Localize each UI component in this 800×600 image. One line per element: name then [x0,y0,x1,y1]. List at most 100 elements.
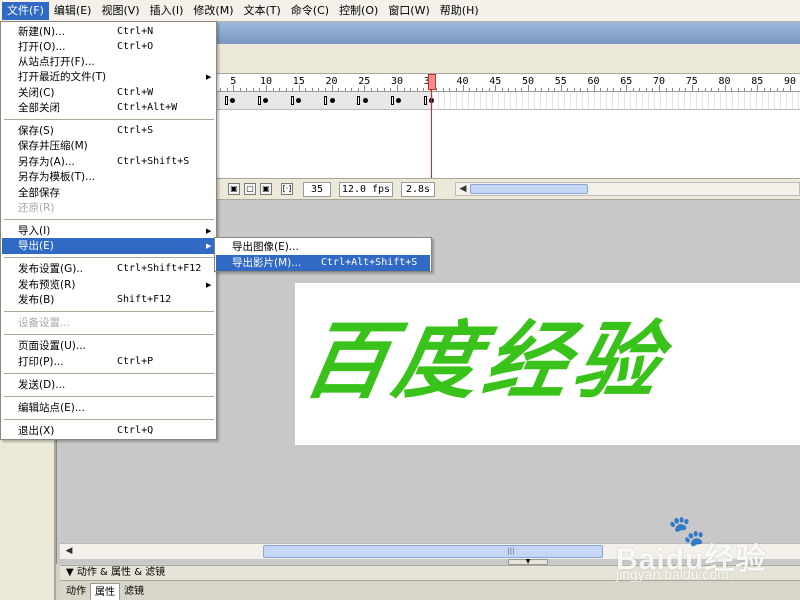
menu-item-save-all[interactable]: 全部保存 [2,185,215,201]
menu-insert[interactable]: 插入(I) [145,2,189,20]
scroll-left-arrow-icon[interactable]: ◀ [62,545,76,558]
menu-file[interactable]: 文件(F) [2,1,49,20]
keyframe-end-marker[interactable] [258,96,261,105]
ruler-minor-tick [233,85,235,91]
playhead[interactable] [428,74,436,90]
keyframe-end-marker[interactable] [225,96,228,105]
timeline-scrollbar[interactable]: ◀ [455,182,800,196]
menu-item-import[interactable]: 导入(I) ▶ [2,223,215,239]
keyframe[interactable] [330,98,335,103]
keyframe[interactable] [296,98,301,103]
ruler-minor-tick [311,88,313,91]
tab-actions[interactable]: 动作 [62,583,90,600]
center-frame-icon[interactable]: ▣ [228,183,240,195]
menu-item-close-all[interactable]: 全部关闭 Ctrl+Alt+W [2,100,215,116]
menu-separator [4,219,214,220]
menu-item-save[interactable]: 保存(S) Ctrl+S [2,123,215,139]
menu-item-shortcut: Ctrl+W [117,87,154,98]
ruler-minor-tick [744,88,746,91]
elapsed-time-field: 2.8s [401,182,435,197]
ruler-minor-tick [554,88,556,91]
ruler-minor-tick [252,88,254,91]
edit-multiple-frames-icon[interactable]: [·] [281,183,293,195]
keyframe-end-marker[interactable] [424,96,427,105]
timeline: 51015202530354045505560657075808590 [207,74,800,178]
submenu-arrow-icon: ▶ [206,227,212,235]
ruler-minor-tick [455,88,457,91]
menu-item-send[interactable]: 发送(D)... [2,377,215,393]
menu-commands[interactable]: 命令(C) [286,2,334,20]
scroll-left-arrow-icon[interactable]: ◀ [456,183,470,195]
menu-item-publish[interactable]: 发布(B) Shift+F12 [2,292,215,308]
menu-window[interactable]: 窗口(W) [383,2,434,20]
menu-item-page-setup[interactable]: 页面设置(U)... [2,338,215,354]
tab-filters[interactable]: 滤镜 [120,583,148,600]
keyframe-end-marker[interactable] [291,96,294,105]
menu-item-publish-settings[interactable]: 发布设置(G).. Ctrl+Shift+F12 [2,261,215,277]
menu-help[interactable]: 帮助(H) [435,2,484,20]
layer-frames-row[interactable] [217,92,800,110]
menu-modify[interactable]: 修改(M) [188,2,238,20]
menu-item-shortcut: Ctrl+Alt+W [117,102,178,113]
keyframe-end-marker[interactable] [324,96,327,105]
keyframe-end-marker[interactable] [357,96,360,105]
menu-item-exit[interactable]: 退出(X) Ctrl+Q [2,423,215,439]
menu-control[interactable]: 控制(O) [334,2,383,20]
scrollbar-grip-icon: ||| [507,547,515,555]
keyframe[interactable] [263,98,268,103]
menu-item-shortcut: Ctrl+Shift+S [117,156,190,167]
ruler-minor-tick [469,88,471,91]
ruler-minor-tick [377,88,379,91]
keyframe[interactable] [363,98,368,103]
ruler-minor-tick [580,88,582,91]
menu-item-export[interactable]: 导出(E) ▶ [2,238,215,254]
ruler-minor-tick [357,88,359,91]
menu-item-label: 编辑站点(E)... [18,402,85,414]
menu-item-label: 发送(D)... [18,379,66,391]
keyframe-end-marker[interactable] [391,96,394,105]
keyframe[interactable] [230,98,235,103]
ruler-minor-tick [593,85,595,91]
menu-item-print[interactable]: 打印(P)... Ctrl+P [2,354,215,370]
menu-item-shortcut: Ctrl+S [117,125,154,136]
menu-item-open-recent[interactable]: 打开最近的文件(T) ▶ [2,69,215,85]
menu-item-label: 全部关闭 [18,102,60,114]
keyframe[interactable] [396,98,401,103]
menu-item-save-as-template[interactable]: 另存为模板(T)... [2,169,215,185]
ruler-minor-tick [298,85,300,91]
menu-item-edit-sites[interactable]: 编辑站点(E)... [2,400,215,416]
frame-ruler[interactable]: 51015202530354045505560657075808590 [207,74,800,92]
menu-item-export-image[interactable]: 导出图像(E)... [216,239,430,255]
menu-item-shortcut: Ctrl+Q [117,425,154,436]
menu-item-open-from-site[interactable]: 从站点打开(F)... [2,54,215,70]
ruler-minor-tick [547,88,549,91]
menu-item-label: 发布预览(R) [18,279,76,291]
menu-text[interactable]: 文本(T) [238,2,285,20]
scrollbar-thumb[interactable] [470,184,588,194]
menu-item-export-movie[interactable]: 导出影片(M)... Ctrl+Alt+Shift+S [216,255,430,271]
stage[interactable]: 百度经验 [295,283,800,445]
document-tab-bar [217,22,800,44]
ruler-minor-tick [501,88,503,91]
ruler-minor-tick [226,88,228,91]
menu-item-open[interactable]: 打开(O)... Ctrl+O [2,39,215,55]
menu-view[interactable]: 视图(V) [96,2,144,20]
ruler-minor-tick [731,88,733,91]
menu-edit[interactable]: 编辑(E) [49,2,97,20]
stage-text[interactable]: 百度经验 [294,301,795,421]
menu-item-new[interactable]: 新建(N)... Ctrl+N [2,24,215,40]
scrollbar-thumb[interactable] [263,545,603,558]
onion-skin-icon[interactable]: ▢ [244,183,256,195]
ruler-minor-tick [790,85,791,91]
menu-item-publish-preview[interactable]: 发布预览(R) ▶ [2,277,215,293]
menu-item-save-compact[interactable]: 保存并压缩(M) [2,138,215,154]
onion-outlines-icon[interactable]: ▣ [260,183,272,195]
ruler-minor-tick [659,85,660,91]
menu-item-close[interactable]: 关闭(C) Ctrl+W [2,85,215,101]
ruler-minor-tick [436,88,438,91]
ruler-minor-tick [364,85,366,91]
ruler-minor-tick [442,88,444,91]
ruler-minor-tick [534,88,536,91]
menu-item-save-as[interactable]: 另存为(A)... Ctrl+Shift+S [2,154,215,170]
tab-properties[interactable]: 属性 [90,583,120,600]
